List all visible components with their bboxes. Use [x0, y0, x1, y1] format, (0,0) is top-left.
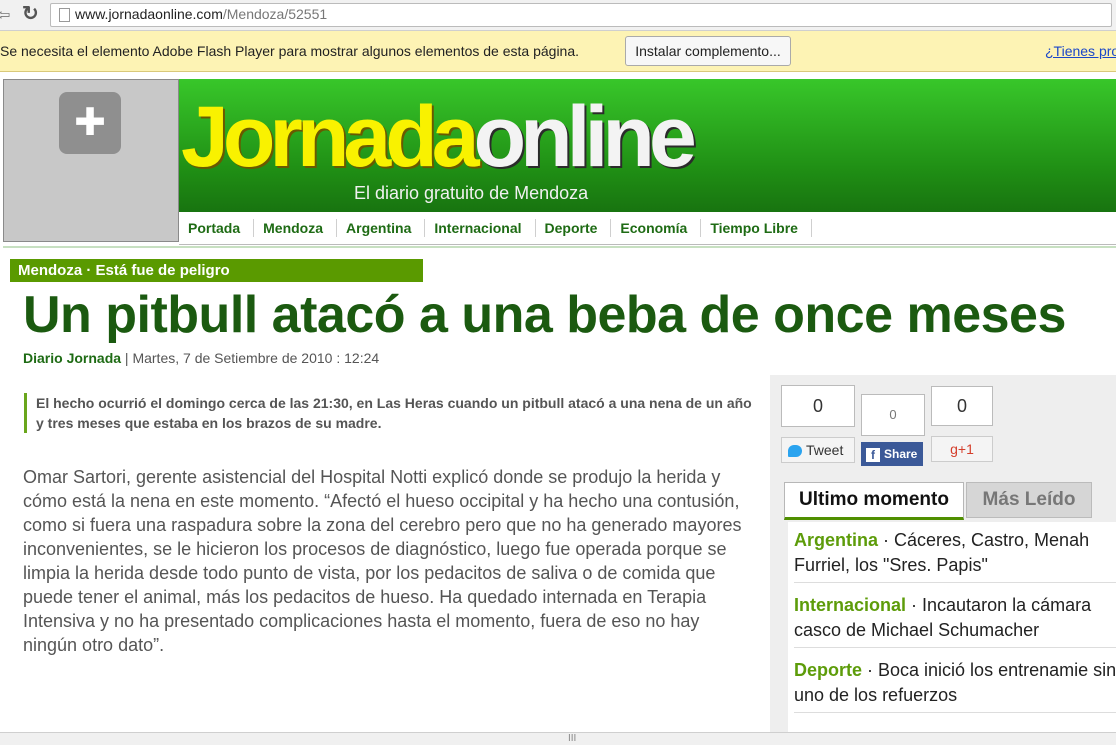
tweet-button[interactable]: Tweet [781, 437, 855, 463]
menu-item-deporte[interactable]: Deporte [536, 219, 612, 237]
article-title: Un pitbull atacó a una beba de once mese… [23, 286, 1066, 344]
logo-part1: Jornada [181, 89, 480, 185]
site-tagline: El diario gratuito de Mendoza [354, 183, 589, 203]
plugin-infobar: Se necesita el elemento Adobe Flash Play… [0, 31, 1116, 72]
address-bar[interactable]: www.jornadaonline.com/Mendoza/52551 [50, 3, 1112, 27]
article-lead: El hecho ocurrió el domingo cerca de las… [24, 393, 761, 433]
facebook-share-widget: 0 f Share [861, 386, 925, 468]
latest-news-list: Argentina · Cáceres, Castro, Menah Furri… [788, 522, 1116, 744]
article-kicker: Mendoza · Está fue de peligro [10, 259, 423, 282]
facebook-icon: f [866, 447, 880, 462]
scrollbar-grip[interactable]: III [568, 733, 576, 744]
news-category[interactable]: Argentina [794, 530, 878, 550]
facebook-share-button[interactable]: f Share [861, 442, 923, 466]
divider [794, 582, 1116, 583]
facebook-count: 0 [861, 394, 925, 436]
puzzle-piece-icon: ✚ [59, 92, 121, 154]
menu-item-portada[interactable]: Portada [179, 219, 255, 237]
menu-item-tiempo-libre[interactable]: Tiempo Libre [701, 219, 812, 237]
tweet-count: 0 [781, 385, 855, 427]
menu-item-mendoza[interactable]: Mendoza [254, 219, 338, 237]
url-domain: www.jornadaonline.com [75, 6, 223, 22]
menu-item-economia[interactable]: Economía [611, 219, 702, 237]
sidebar-tabs: Ultimo momento Más Leído [784, 482, 1116, 520]
gplus-widget: 0 g+1 [931, 386, 993, 462]
infobar-message: Se necesita el elemento Adobe Flash Play… [0, 43, 580, 59]
news-category[interactable]: Deporte [794, 660, 862, 680]
article-body: Omar Sartori, gerente asistencial del Ho… [23, 467, 742, 655]
site-logo[interactable]: Jornadaonline [181, 94, 697, 180]
page-icon [59, 8, 70, 22]
list-item[interactable]: Deporte · Boca inició los entrenamie sin… [794, 658, 1116, 708]
divider [3, 246, 1116, 248]
tab-ultimo-momento[interactable]: Ultimo momento [784, 482, 964, 520]
site-header: Jornadaonline El diario gratuito de Mend… [179, 79, 1116, 212]
article-author[interactable]: Diario Jornada [23, 350, 121, 366]
browser-toolbar: ⇦ ↻ www.jornadaonline.com/Mendoza/52551 [0, 0, 1116, 31]
article-date: | Martes, 7 de Setiembre de 2010 : 12:24 [121, 350, 380, 366]
tab-mas-leido[interactable]: Más Leído [966, 482, 1092, 518]
news-category[interactable]: Internacional [794, 595, 906, 615]
horizontal-scrollbar[interactable]: III [0, 732, 1116, 745]
tweet-widget: 0 Tweet [781, 385, 855, 465]
twitter-bird-icon [788, 445, 802, 458]
tweet-label: Tweet [806, 442, 844, 458]
address-url[interactable]: www.jornadaonline.com/Mendoza/52551 [75, 6, 327, 22]
divider [794, 712, 1116, 713]
divider [794, 647, 1116, 648]
missing-plugin-placeholder[interactable]: ✚ [3, 79, 179, 242]
article-byline: Diario Jornada | Martes, 7 de Setiembre … [23, 350, 379, 366]
gplus-count: 0 [931, 386, 993, 426]
reload-icon[interactable]: ↻ [22, 1, 39, 26]
gplus-button[interactable]: g+1 [931, 436, 993, 462]
install-plugin-button[interactable]: Instalar complemento... [625, 36, 791, 66]
logo-part2: online [473, 89, 697, 185]
menu-item-internacional[interactable]: Internacional [425, 219, 536, 237]
infobar-help-link[interactable]: ¿Tienes pro [1045, 43, 1116, 59]
main-menu: Portada Mendoza Argentina Internacional … [179, 212, 1116, 245]
list-item[interactable]: Argentina · Cáceres, Castro, Menah Furri… [794, 528, 1116, 578]
list-item[interactable]: Internacional · Incautaron la cámara cas… [794, 593, 1116, 643]
back-arrow-icon[interactable]: ⇦ [0, 5, 10, 25]
url-path: /Mendoza/52551 [222, 6, 328, 22]
facebook-share-label: Share [884, 447, 918, 461]
menu-item-argentina[interactable]: Argentina [337, 219, 426, 237]
